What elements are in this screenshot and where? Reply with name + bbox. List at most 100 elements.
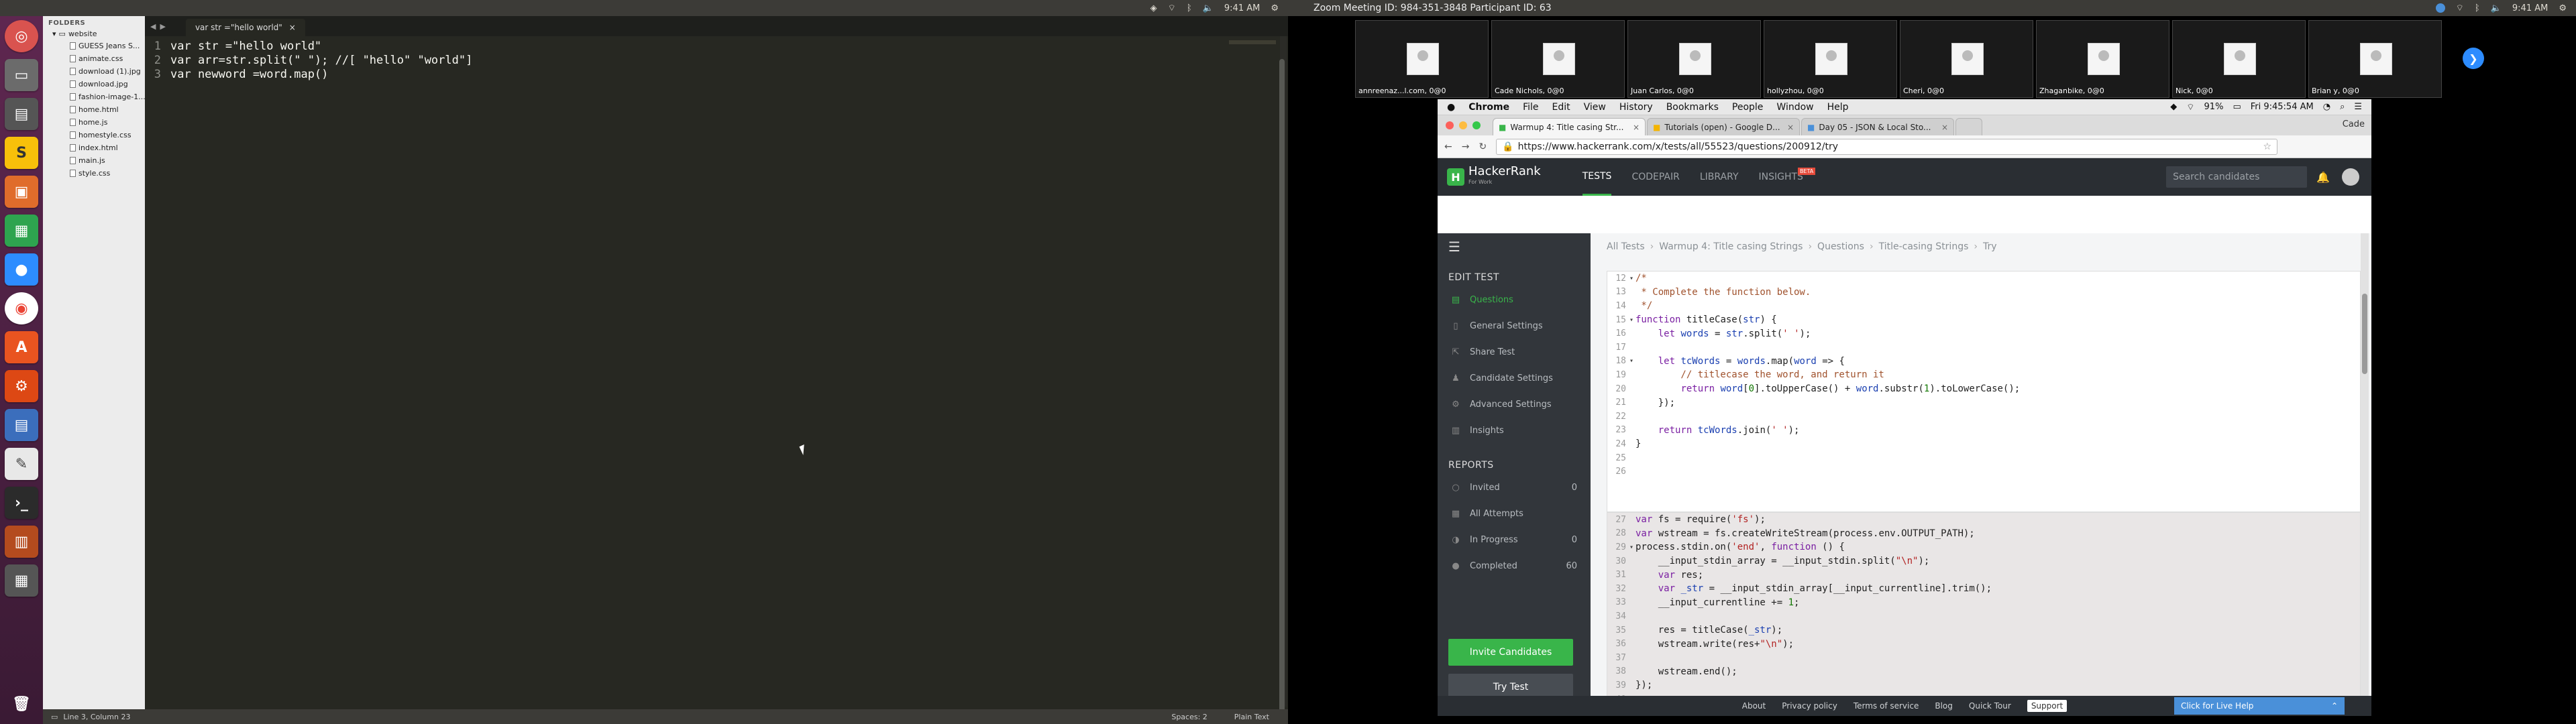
wifi-icon[interactable]: ⌔ xyxy=(2186,102,2194,113)
volume-icon[interactable]: 🔈 xyxy=(2491,3,2502,13)
hackerrank-logo[interactable]: H HackerRank For Work xyxy=(1447,166,1541,188)
editor-tab[interactable]: var str ="hello world" × xyxy=(185,19,305,36)
maximize-window-icon[interactable] xyxy=(1472,121,1481,129)
gear-icon[interactable]: ⚙ xyxy=(1271,3,1279,13)
minimize-window-icon[interactable] xyxy=(1459,121,1467,129)
crumb-test[interactable]: Warmup 4: Title casing Strings xyxy=(1659,241,1803,252)
sidebar-item-candidate-settings[interactable]: ♟ Candidate Settings xyxy=(1438,365,1591,391)
footer-terms[interactable]: Terms of service xyxy=(1854,701,1919,711)
user-icon[interactable]: ◔ xyxy=(2323,102,2330,112)
sidebar-item-share-test[interactable]: ⇱ Share Test xyxy=(1438,339,1591,365)
footer-quick-tour[interactable]: Quick Tour xyxy=(1969,701,2011,711)
vertical-scrollbar[interactable] xyxy=(1279,36,1287,716)
star-icon[interactable]: ☆ xyxy=(2263,141,2277,152)
sidebar-file[interactable]: main.js xyxy=(43,154,145,167)
close-icon[interactable]: × xyxy=(1941,123,1948,132)
gear-icon[interactable]: ⚙ xyxy=(2559,3,2567,13)
footer-blog[interactable]: Blog xyxy=(1935,701,1953,711)
chrome-tab-google-docs[interactable]: ■ Tutorials (open) - Google D... × xyxy=(1647,118,1800,135)
live-help-button[interactable]: Click for Live Help ⌃ xyxy=(2174,697,2345,715)
sidebar-item-insights[interactable]: ▥ Insights xyxy=(1438,418,1591,444)
crumb-questions[interactable]: Questions xyxy=(1817,241,1864,252)
spreadsheet-icon[interactable]: ▦ xyxy=(5,215,38,247)
participant-tile[interactable]: Nick, 0@0 xyxy=(2172,20,2306,98)
panel-clock[interactable]: 9:41 AM xyxy=(1224,3,1260,13)
invite-candidates-button[interactable]: Invite Candidates xyxy=(1448,639,1573,666)
next-page-icon[interactable]: ❯ xyxy=(2463,48,2484,69)
participant-tile[interactable]: Juan Carlos, 0@0 xyxy=(1627,20,1761,98)
syntax-mode[interactable]: Plain Text xyxy=(1234,713,1269,721)
minimap[interactable] xyxy=(1229,40,1276,44)
participant-tile[interactable]: Zhaganbike, 0@0 xyxy=(2036,20,2169,98)
participant-tile[interactable]: hollyzhou, 0@0 xyxy=(1764,20,1897,98)
code-area[interactable]: 1 var str ="hello world" 2 var arr=str.spli… xyxy=(145,36,1288,81)
sublime-icon[interactable]: S xyxy=(5,137,38,169)
sidebar-file[interactable]: home.html xyxy=(43,103,145,116)
crumb-all-tests[interactable]: All Tests xyxy=(1607,241,1645,252)
hamburger-menu-icon[interactable]: ☰ xyxy=(1438,233,1591,260)
search-icon[interactable]: ⌕ xyxy=(2340,102,2345,112)
terminal-dark-icon[interactable]: ▤ xyxy=(5,98,38,130)
menu-list-icon[interactable]: ☰ xyxy=(2354,102,2362,112)
battery-level[interactable]: 91% xyxy=(2204,102,2224,112)
wifi-icon[interactable]: ⌔ xyxy=(1168,3,1176,13)
participant-tile[interactable]: Cheri, 0@0 xyxy=(1900,20,2033,98)
scroll-thumb[interactable] xyxy=(2362,294,2367,374)
sidebar-file[interactable]: home.js xyxy=(43,116,145,129)
editable-code-pane[interactable]: 12 ▾/* 13 * Complete the function below. … xyxy=(1607,271,2361,512)
menu-people[interactable]: People xyxy=(1732,102,1764,113)
sidebar-file[interactable]: download (1).jpg xyxy=(43,65,145,78)
chrome-status-icon[interactable] xyxy=(2435,3,2445,13)
text-editor-icon[interactable]: ✎ xyxy=(5,448,38,480)
sidebar-file[interactable]: GUESS Jeans S... xyxy=(43,40,145,52)
nav-insights[interactable]: INSIGHTSBETA xyxy=(1759,168,1821,182)
zoom-app-icon[interactable]: ● xyxy=(5,253,38,286)
network-icon[interactable]: ◈ xyxy=(1150,3,1157,13)
software-center-icon[interactable]: A xyxy=(5,331,38,363)
new-tab-button[interactable] xyxy=(1955,118,1982,135)
sublime-text-icon[interactable]: ▥ xyxy=(5,526,38,558)
report-completed[interactable]: ● Completed 60 xyxy=(1438,553,1591,579)
trash-icon[interactable]: 🗑 xyxy=(5,688,38,720)
forward-icon[interactable]: → xyxy=(1462,141,1470,152)
close-icon[interactable]: × xyxy=(1787,123,1794,132)
nav-tests[interactable]: TESTS xyxy=(1582,158,1612,196)
report-all-attempts[interactable]: ▦ All Attempts xyxy=(1438,501,1591,527)
crumb-question[interactable]: Title-casing Strings xyxy=(1879,241,1969,252)
settings-icon[interactable]: ⚙ xyxy=(5,370,38,402)
bluetooth-icon[interactable]: ᛒ xyxy=(2475,3,2480,13)
nav-codepair[interactable]: CODEPAIR xyxy=(1631,172,1679,182)
participant-tile[interactable]: annreenaz...l.com, 0@0 xyxy=(1355,20,1489,98)
volume-icon[interactable]: 🔈 xyxy=(1203,3,1214,13)
menu-help[interactable]: Help xyxy=(1827,102,1849,113)
apple-icon[interactable]: ● xyxy=(1447,102,1455,113)
avatar[interactable] xyxy=(2342,168,2359,186)
footer-privacy[interactable]: Privacy policy xyxy=(1782,701,1837,711)
url-field[interactable]: 🔒 https://www.hackerrank.com/x/tests/all… xyxy=(1496,138,2277,155)
sidebar-file[interactable]: fashion-image-1... xyxy=(43,90,145,103)
bluetooth-icon[interactable]: ᛒ xyxy=(1187,3,1192,13)
document-viewer-icon[interactable]: ▣ xyxy=(5,176,38,208)
terminal-icon[interactable]: ›_ xyxy=(5,487,38,519)
wifi-icon[interactable]: ⌔ xyxy=(2456,3,2464,13)
sidebar-file[interactable]: download.jpg xyxy=(43,78,145,90)
participant-tile[interactable]: Cade Nichols, 0@0 xyxy=(1491,20,1625,98)
close-window-icon[interactable] xyxy=(1446,121,1454,129)
chrome-tab-hackerrank[interactable]: ■ Warmup 4: Title casing Str... × xyxy=(1493,118,1646,135)
sidebar-item-questions[interactable]: ▤ Questions xyxy=(1438,287,1591,313)
back-icon[interactable]: ← xyxy=(1444,141,1452,152)
sidebar-file[interactable]: index.html xyxy=(43,141,145,154)
sidebar-item-advanced-settings[interactable]: ⚙ Advanced Settings xyxy=(1438,391,1591,418)
sidebar-file[interactable]: animate.css xyxy=(43,52,145,65)
chrome-tab-json[interactable]: ■ Day 05 - JSON & Local Sto... × xyxy=(1801,118,1954,135)
support-button[interactable]: Support xyxy=(2027,700,2068,712)
menu-history[interactable]: History xyxy=(1619,102,1653,113)
nav-library[interactable]: LIBRARY xyxy=(1700,172,1739,182)
ubuntu-logo-icon[interactable]: ◎ xyxy=(5,20,38,52)
sidebar-item-general-settings[interactable]: ▯ General Settings xyxy=(1438,313,1591,339)
bell-icon[interactable]: 🔔 xyxy=(2316,171,2330,184)
chevron-left-icon[interactable]: ◀ xyxy=(150,22,156,31)
sidebar-file[interactable]: style.css xyxy=(43,167,145,180)
page-scrollbar[interactable] xyxy=(2361,233,2369,696)
files-icon[interactable]: ▭ xyxy=(5,59,38,91)
